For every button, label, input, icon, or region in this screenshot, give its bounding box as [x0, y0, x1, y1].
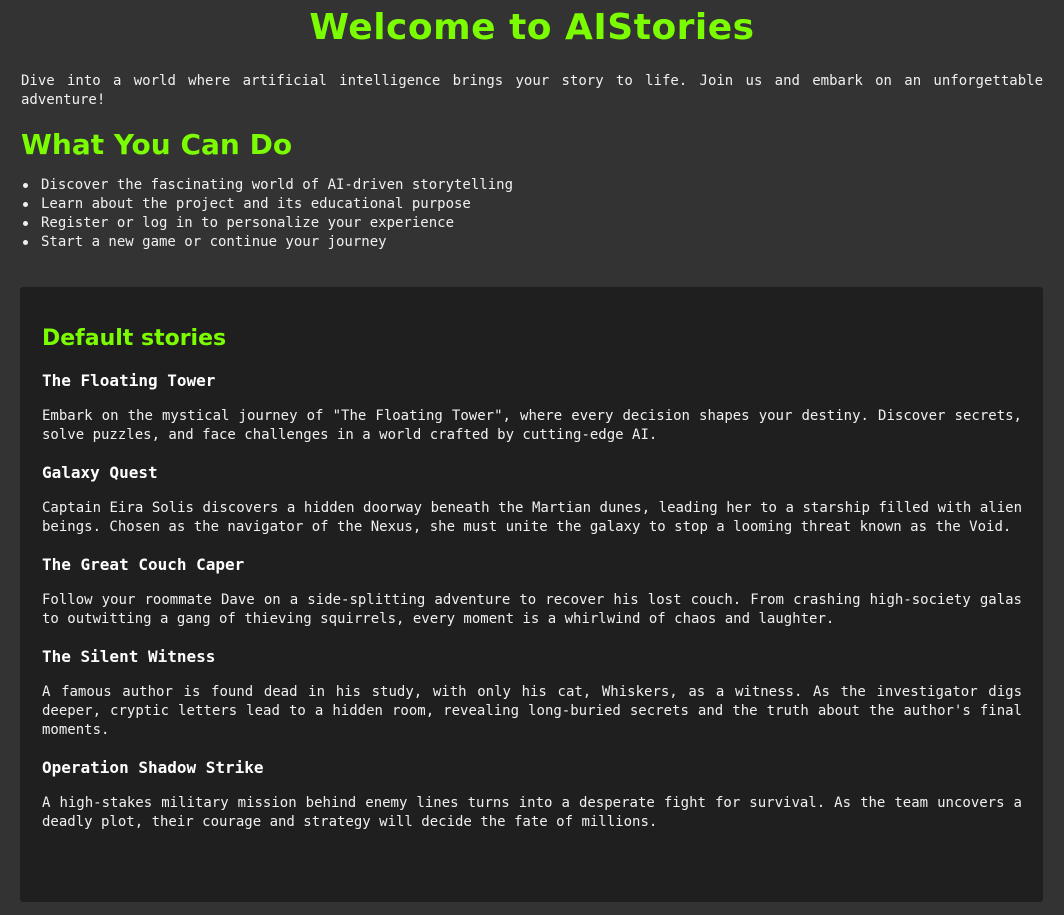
story-title: The Great Couch Caper: [42, 555, 245, 574]
story-card-great-couch-caper[interactable]: The Great Couch Caper Follow your roomma…: [42, 554, 1022, 629]
feature-item: Start a new game or continue your journe…: [21, 233, 1043, 252]
story-card-galaxy-quest[interactable]: Galaxy Quest Captain Eira Solis discover…: [42, 462, 1022, 537]
story-description: Embark on the mystical journey of "The F…: [42, 408, 1022, 443]
story-description: Follow your roommate Dave on a side-spli…: [42, 592, 1022, 627]
stories-title: Default stories: [42, 326, 227, 351]
story-description: Captain Eira Solis discovers a hidden do…: [42, 500, 1022, 535]
features-title: What You Can Do: [21, 128, 293, 161]
story-card-floating-tower[interactable]: The Floating Tower Embark on the mystica…: [42, 370, 1022, 445]
features-list: Discover the fascinating world of AI-dri…: [21, 176, 1043, 252]
page-title: Welcome to AIStories: [309, 7, 755, 48]
story-description: A high-stakes military mission behind en…: [42, 795, 1022, 830]
feature-item: Discover the fascinating world of AI-dri…: [21, 176, 1043, 195]
feature-item: Register or log in to personalize your e…: [21, 214, 1043, 233]
page: Welcome to AIStories Dive into a world w…: [0, 0, 1064, 915]
story-description: A famous author is found dead in his stu…: [42, 684, 1022, 738]
story-card-operation-shadow-strike[interactable]: Operation Shadow Strike A high-stakes mi…: [42, 757, 1022, 832]
story-title: The Silent Witness: [42, 647, 216, 666]
story-card-silent-witness[interactable]: The Silent Witness A famous author is fo…: [42, 646, 1022, 740]
intro-text: Dive into a world where artificial intel…: [21, 73, 1043, 108]
story-title: The Floating Tower: [42, 371, 216, 390]
feature-item: Learn about the project and its educatio…: [21, 195, 1043, 214]
story-title: Operation Shadow Strike: [42, 758, 264, 777]
story-title: Galaxy Quest: [42, 463, 158, 482]
default-stories-panel: Default stories The Floating Tower Embar…: [20, 287, 1043, 902]
